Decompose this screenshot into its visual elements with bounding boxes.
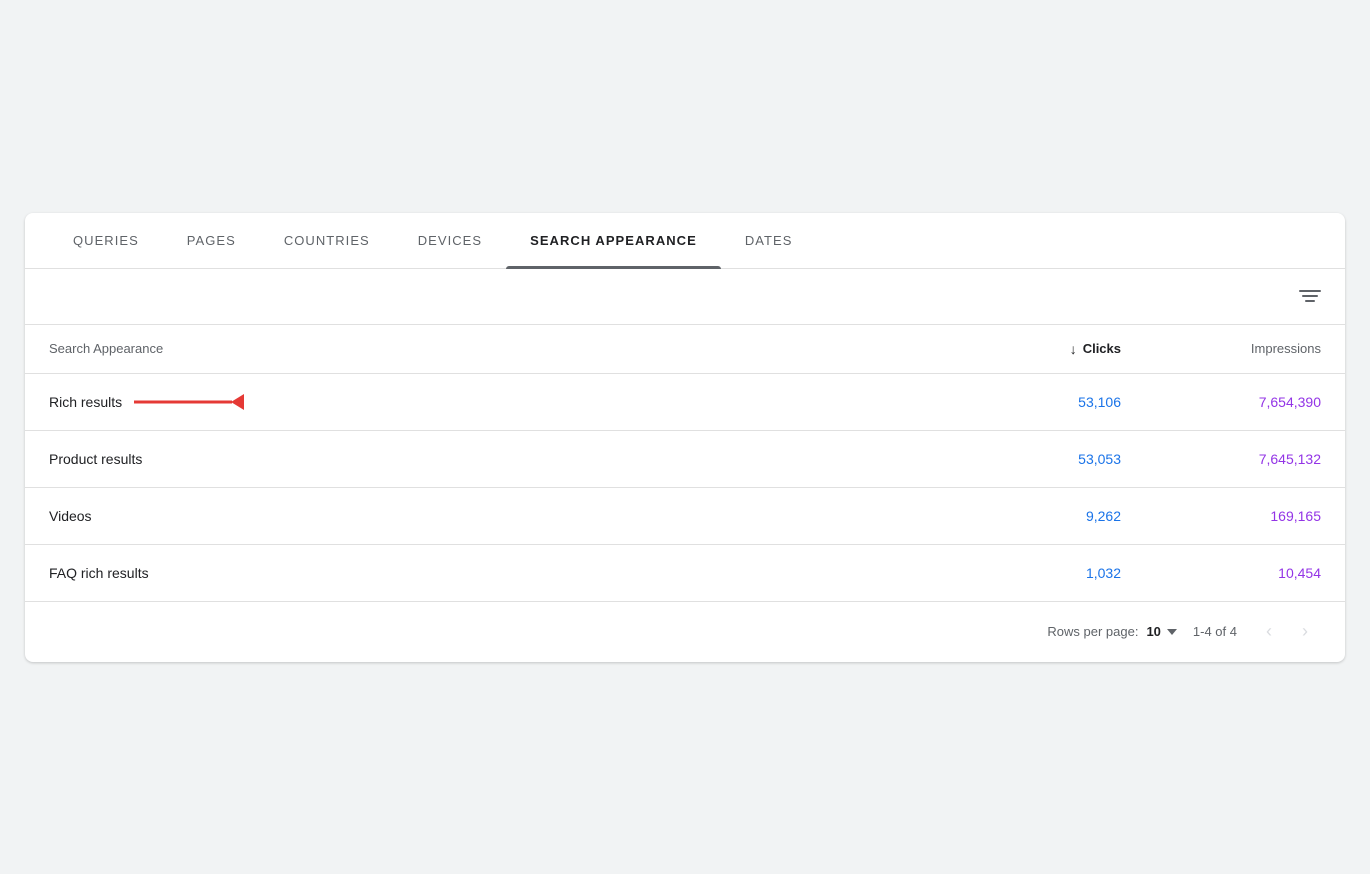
- filter-button[interactable]: [1299, 290, 1321, 302]
- tab-pages[interactable]: PAGES: [163, 213, 260, 268]
- row-clicks: 1,032: [921, 565, 1121, 581]
- dropdown-arrow-icon: [1167, 629, 1177, 635]
- main-card: QUERIES PAGES COUNTRIES DEVICES SEARCH A…: [25, 213, 1345, 662]
- tab-dates[interactable]: DATES: [721, 213, 817, 268]
- row-label: Videos: [49, 508, 921, 524]
- table-row: FAQ rich results 1,032 10,454: [25, 545, 1345, 601]
- column-label: Search Appearance: [49, 341, 921, 356]
- tab-countries[interactable]: COUNTRIES: [260, 213, 394, 268]
- rows-per-page-dropdown[interactable]: 10: [1146, 624, 1176, 639]
- tab-queries[interactable]: QUERIES: [49, 213, 163, 268]
- rows-per-page-label: Rows per page:: [1047, 624, 1138, 639]
- data-table: Search Appearance ↓ Clicks Impressions R…: [25, 325, 1345, 601]
- row-label: FAQ rich results: [49, 565, 921, 581]
- row-impressions: 7,654,390: [1121, 394, 1321, 410]
- table-row: Rich results 53,106 7,654,390: [25, 374, 1345, 431]
- sort-arrow-icon: ↓: [1070, 341, 1077, 357]
- table-header: Search Appearance ↓ Clicks Impressions: [25, 325, 1345, 374]
- row-clicks: 9,262: [921, 508, 1121, 524]
- pagination-bar: Rows per page: 10 1-4 of 4 ‹ ›: [25, 601, 1345, 662]
- row-impressions: 10,454: [1121, 565, 1321, 581]
- row-impressions: 7,645,132: [1121, 451, 1321, 467]
- tab-search-appearance[interactable]: SEARCH APPEARANCE: [506, 213, 721, 268]
- row-label: Product results: [49, 451, 921, 467]
- column-clicks[interactable]: ↓ Clicks: [921, 341, 1121, 357]
- column-impressions: Impressions: [1121, 341, 1321, 356]
- page-info: 1-4 of 4: [1193, 624, 1237, 639]
- row-clicks: 53,106: [921, 394, 1121, 410]
- page-navigation: ‹ ›: [1253, 616, 1321, 648]
- filter-bar: [25, 269, 1345, 325]
- table-row: Product results 53,053 7,645,132: [25, 431, 1345, 488]
- rows-per-page-value: 10: [1146, 624, 1160, 639]
- row-clicks: 53,053: [921, 451, 1121, 467]
- tab-navigation: QUERIES PAGES COUNTRIES DEVICES SEARCH A…: [25, 213, 1345, 269]
- row-impressions: 169,165: [1121, 508, 1321, 524]
- row-label: Rich results: [49, 394, 921, 410]
- rows-per-page: Rows per page: 10: [1047, 624, 1177, 639]
- prev-page-button[interactable]: ‹: [1253, 616, 1285, 648]
- next-page-button[interactable]: ›: [1289, 616, 1321, 648]
- table-row: Videos 9,262 169,165: [25, 488, 1345, 545]
- tab-devices[interactable]: DEVICES: [394, 213, 506, 268]
